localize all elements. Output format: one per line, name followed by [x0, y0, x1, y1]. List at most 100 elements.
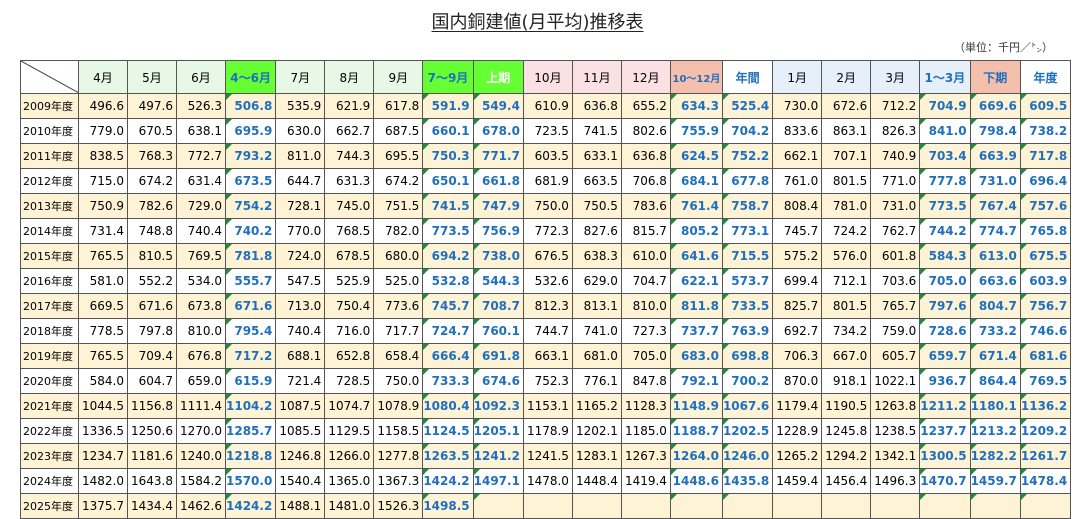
header-col: 5月: [127, 60, 177, 94]
table-cell: 744.2: [919, 218, 971, 244]
table-cell: 717.2: [224, 343, 277, 369]
table-cell: 603.5: [522, 143, 573, 169]
table-cell: 713.0: [275, 293, 326, 319]
table-cell: 669.5: [78, 293, 128, 319]
table-cell: 1448.6: [669, 468, 723, 494]
table-cell: 1434.4: [127, 493, 177, 519]
table-cell: 663.1: [522, 343, 573, 369]
table-cell: 1085.5: [275, 418, 326, 444]
table-row: 2012年度 715.0 674.2 631.4 673.5 644.7 631.3 674.…: [20, 168, 1072, 194]
table-cell: 1022.1: [870, 368, 921, 394]
table-cell: 1270.0: [176, 418, 226, 444]
table-cell: 1205.1: [472, 418, 524, 444]
table-cell: 1202.1: [571, 418, 622, 444]
table-cell: 1267.3: [620, 443, 671, 469]
table-cell: 724.2: [821, 218, 872, 244]
table-cell: 1584.2: [176, 468, 226, 494]
table-cell: 670.5: [127, 118, 177, 144]
table-cell: 549.4: [472, 93, 524, 119]
row-label: 2015年度: [20, 243, 79, 269]
table-cell: 741.5: [571, 118, 622, 144]
row-label: 2021年度: [20, 393, 79, 419]
table-cell: 1481.0: [324, 493, 375, 519]
table-cell: 674.2: [373, 168, 424, 194]
corner-cell: [20, 60, 79, 94]
table-cell: 681.9: [522, 168, 573, 194]
table-cell: 547.5: [275, 268, 326, 294]
row-label: 2009年度: [20, 93, 79, 119]
table-cell: 1365.0: [324, 468, 375, 494]
table-cell: 673.5: [224, 168, 277, 194]
table-cell: 761.4: [669, 193, 723, 219]
table-cell: 744.7: [522, 318, 573, 344]
table-cell: 801.5: [821, 168, 872, 194]
table-cell: 696.4: [1019, 168, 1072, 194]
table-cell: 1213.2: [969, 418, 1021, 444]
table-cell: 717.8: [1019, 143, 1072, 169]
table-cell: 581.0: [78, 268, 128, 294]
table-cell: 802.6: [620, 118, 671, 144]
table-cell: 576.0: [821, 243, 872, 269]
row-label: 2014年度: [20, 218, 79, 244]
table-cell: 663.5: [571, 168, 622, 194]
table-cell: 1080.4: [422, 393, 474, 419]
table-cell: 535.9: [275, 93, 326, 119]
table-cell: 641.6: [669, 243, 723, 269]
table-cell: 610.9: [522, 93, 573, 119]
table-cell: 1148.9: [669, 393, 723, 419]
table-cell: 1482.0: [78, 468, 128, 494]
table-cell: 825.7: [772, 293, 823, 319]
table-cell: [669, 493, 723, 519]
table-cell: 761.0: [772, 168, 823, 194]
table-cell: 506.8: [224, 93, 277, 119]
table-cell: 751.5: [373, 193, 424, 219]
header-col: 9月: [373, 60, 424, 94]
table-cell: 810.0: [176, 318, 226, 344]
table-cell: 1209.2: [1019, 418, 1072, 444]
table-cell: 705.0: [620, 343, 671, 369]
table-cell: [1019, 493, 1072, 519]
table-cell: 704.9: [919, 93, 971, 119]
table-cell: 1470.7: [919, 468, 971, 494]
table-cell: 1111.4: [176, 393, 226, 419]
table-cell: 660.1: [422, 118, 474, 144]
table-cell: 863.1: [821, 118, 872, 144]
table-cell: 661.8: [472, 168, 524, 194]
table-cell: 644.7: [275, 168, 326, 194]
table-cell: 738.0: [472, 243, 524, 269]
table-cell: 1294.2: [821, 443, 872, 469]
table-cell: 676.5: [522, 243, 573, 269]
table-cell: 683.0: [669, 343, 723, 369]
header-col-quarter: 7～9月: [422, 60, 474, 94]
table-cell: 734.2: [821, 318, 872, 344]
table-cell: 1261.7: [1019, 443, 1072, 469]
table-cell: 699.4: [772, 268, 823, 294]
table-cell: 716.0: [324, 318, 375, 344]
table-cell: 1153.1: [522, 393, 573, 419]
table-cell: 769.5: [176, 243, 226, 269]
table-cell: 1540.4: [275, 468, 326, 494]
table-cell: 728.5: [324, 368, 375, 394]
table-cell: 778.5: [78, 318, 128, 344]
table-cell: [821, 493, 872, 519]
row-label: 2017年度: [20, 293, 79, 319]
table-cell: 833.6: [772, 118, 823, 144]
table-cell: 745.0: [324, 193, 375, 219]
table-cell: 715.0: [78, 168, 128, 194]
table-cell: [620, 493, 671, 519]
table-cell: 1240.0: [176, 443, 226, 469]
row-label: 2022年度: [20, 418, 79, 444]
table-cell: 773.5: [919, 193, 971, 219]
table-cell: 674.2: [127, 168, 177, 194]
table-cell: 838.5: [78, 143, 128, 169]
table-cell: 532.6: [522, 268, 573, 294]
table-cell: 750.0: [373, 368, 424, 394]
page-title: 国内銅建値(月平均)推移表: [431, 12, 644, 33]
header-col: 12月: [620, 60, 671, 94]
table-cell: 750.0: [522, 193, 573, 219]
table-cell: 1237.7: [919, 418, 971, 444]
table-cell: 1263.8: [870, 393, 921, 419]
table-cell: 1266.0: [324, 443, 375, 469]
table-cell: 633.1: [571, 143, 622, 169]
table-cell: 781.8: [224, 243, 277, 269]
